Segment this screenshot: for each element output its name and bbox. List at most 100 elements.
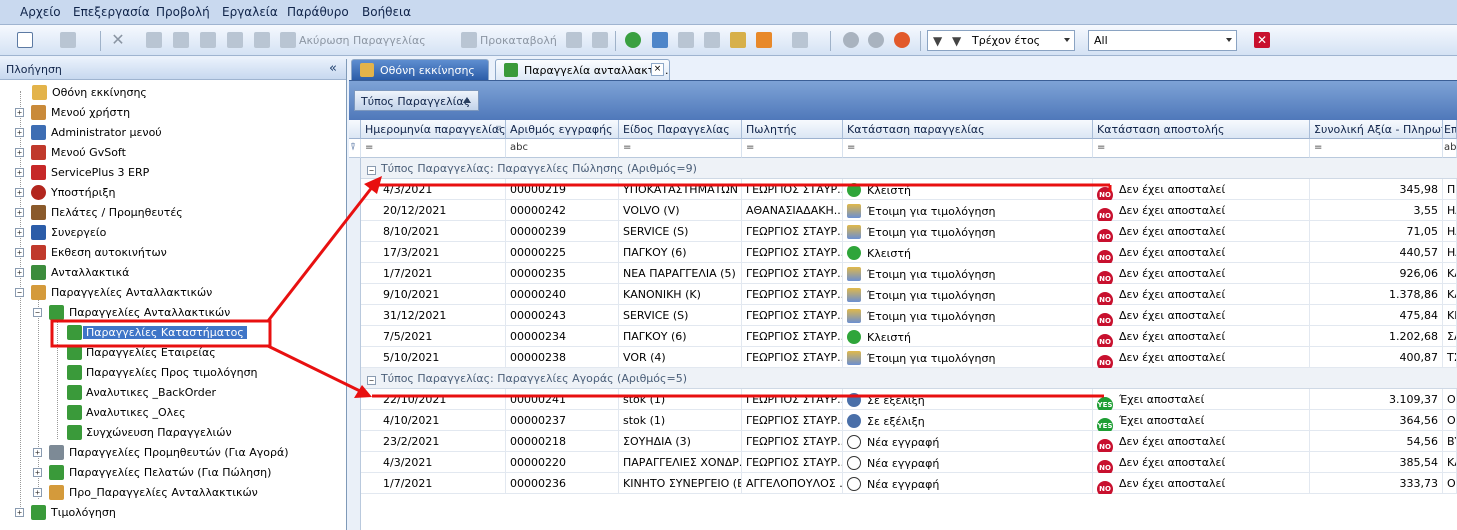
expand-icon[interactable]: + [15, 188, 24, 197]
cell-ship[interactable]: NOΔεν έχει αποσταλεί [1093, 473, 1310, 494]
cell-status[interactable]: Κλειστή [843, 326, 1093, 347]
tab-start-screen[interactable]: Οθόνη εκκίνησης [351, 59, 489, 80]
cell-ep[interactable]: ΤΣ [1443, 347, 1457, 368]
cell-date[interactable]: 22/10/2021 [379, 389, 506, 410]
cell-kind[interactable]: ΚΑΝΟΝΙΚΗ (Κ) [619, 284, 742, 305]
cell-kind[interactable]: VOLVO (V) [619, 200, 742, 221]
expand-icon[interactable]: + [15, 168, 24, 177]
expand-icon[interactable]: + [15, 268, 24, 277]
cell-date[interactable]: 5/10/2021 [379, 347, 506, 368]
expand-icon[interactable]: + [15, 508, 24, 517]
cell-status[interactable]: Νέα εγγραφή [843, 431, 1093, 452]
up-arrow-icon[interactable] [843, 32, 859, 48]
cell-ship[interactable]: NOΔεν έχει αποσταλεί [1093, 431, 1310, 452]
table-row[interactable]: 20/12/202100000242VOLVO (V)ΑΘΑΝΑΣΙΑΔΑΚΗ.… [361, 200, 1457, 221]
cell-no[interactable]: 00000243 [506, 305, 619, 326]
cell-seller[interactable]: ΓΕΩΡΓΙΟΣ ΣΤΑΥΡ... [742, 221, 843, 242]
menu-file[interactable]: Αρχείο [20, 5, 61, 19]
group-by-order-type-button[interactable]: Τύπος Παραγγελίας [354, 90, 479, 111]
cell-status[interactable]: Έτοιμη για τιμολόγηση [843, 305, 1093, 326]
col-total-value[interactable]: Συνολική Αξία - Πληρωτέα [1310, 120, 1443, 139]
delete-x-icon[interactable]: ✕ [110, 32, 126, 48]
cell-kind[interactable]: ΥΠΟΚΑΤΑΣΤΗΜΑΤΩΝ ... [619, 179, 742, 200]
filter-total-value[interactable]: = [1310, 139, 1443, 158]
table-row[interactable]: 23/2/202100000218ΣΟΥΗΔΙΑ (3)ΓΕΩΡΓΙΟΣ ΣΤΑ… [361, 431, 1457, 452]
cell-kind[interactable]: ΚΙΝΗΤΟ ΣΥΝΕΡΓΕΙΟ (Β) [619, 473, 742, 494]
export-icon[interactable] [652, 32, 668, 48]
cell-seller[interactable]: ΑΓΓΕΛΟΠΟΥΛΟΣ ... [742, 473, 843, 494]
table-row[interactable]: 17/3/202100000225ΠΑΓΚΟΥ (6)ΓΕΩΡΓΙΟΣ ΣΤΑΥ… [361, 242, 1457, 263]
cell-seller[interactable]: ΓΕΩΡΓΙΟΣ ΣΤΑΥΡ... [742, 410, 843, 431]
attach-icon[interactable] [704, 32, 720, 48]
new-document-icon[interactable] [17, 32, 33, 48]
cell-total[interactable]: 54,56 [1310, 431, 1443, 452]
cell-kind[interactable]: ΠΑΓΚΟΥ (6) [619, 326, 742, 347]
cell-ship[interactable]: NOΔεν έχει αποσταλεί [1093, 263, 1310, 284]
cell-ep[interactable]: ΟΙ [1443, 410, 1457, 431]
expand-icon[interactable]: + [33, 468, 42, 477]
cell-date[interactable]: 1/7/2021 [379, 473, 506, 494]
tab-parts-order[interactable]: Παραγγελία ανταλλακτι... × [495, 59, 670, 80]
cell-date[interactable]: 17/3/2021 [379, 242, 506, 263]
cell-status[interactable]: Έτοιμη για τιμολόγηση [843, 347, 1093, 368]
table-row[interactable]: 4/3/202100000220ΠΑΡΑΓΓΕΛΙΕΣ ΧΟΝΔΡ...ΓΕΩΡ… [361, 452, 1457, 473]
cell-status[interactable]: Έτοιμη για τιμολόγηση [843, 284, 1093, 305]
cell-kind[interactable]: ΠΑΡΑΓΓΕΛΙΕΣ ΧΟΝΔΡ... [619, 452, 742, 473]
cell-kind[interactable]: ΠΑΓΚΟΥ (6) [619, 242, 742, 263]
cell-ep[interactable]: ΗΛ [1443, 221, 1457, 242]
expand-icon[interactable]: + [15, 128, 24, 137]
filter-ep[interactable]: abc [1443, 139, 1457, 158]
cell-date[interactable]: 1/7/2021 [379, 263, 506, 284]
cell-no[interactable]: 00000219 [506, 179, 619, 200]
cell-total[interactable]: 400,87 [1310, 347, 1443, 368]
calendar-icon[interactable] [730, 32, 746, 48]
cell-kind[interactable]: stok (1) [619, 389, 742, 410]
expand-icon[interactable]: + [15, 148, 24, 157]
col-ep[interactable]: Επ [1443, 120, 1457, 139]
col-order-status[interactable]: Κατάσταση παραγγελίας [843, 120, 1093, 139]
cell-status[interactable]: Κλειστή [843, 242, 1093, 263]
collapse-group-icon[interactable]: − [367, 376, 376, 385]
lock-icon[interactable] [254, 32, 270, 48]
expand-icon[interactable]: + [15, 108, 24, 117]
collapse-icon[interactable]: « [329, 61, 337, 76]
expand-icon[interactable]: + [33, 448, 42, 457]
cell-seller[interactable]: ΓΕΩΡΓΙΟΣ ΣΤΑΥΡ... [742, 326, 843, 347]
cell-status[interactable]: Σε εξέλιξη [843, 389, 1093, 410]
cell-date[interactable]: 31/12/2021 [379, 305, 506, 326]
cell-total[interactable]: 364,56 [1310, 410, 1443, 431]
cell-total[interactable]: 926,06 [1310, 263, 1443, 284]
cell-date[interactable]: 4/10/2021 [379, 410, 506, 431]
cell-total[interactable]: 385,54 [1310, 452, 1443, 473]
cell-ep[interactable]: ΗΛ [1443, 200, 1457, 221]
menu-window[interactable]: Παράθυρο [287, 5, 349, 19]
col-order-kind[interactable]: Είδος Παραγγελίας [619, 120, 742, 139]
down-arrow-icon[interactable] [868, 32, 884, 48]
cell-ship[interactable]: YESΈχει αποσταλεί [1093, 410, 1310, 431]
cell-no[interactable]: 00000241 [506, 389, 619, 410]
prepayment-button[interactable]: Προκαταβολή [480, 34, 557, 47]
cell-seller[interactable]: ΑΘΑΝΑΣΙΑΔΑΚΗ... [742, 200, 843, 221]
filter-seller[interactable]: = [742, 139, 843, 158]
cell-ep[interactable]: ΚΑ [1443, 263, 1457, 284]
cell-total[interactable]: 440,57 [1310, 242, 1443, 263]
cell-ep[interactable]: ΚΑ [1443, 284, 1457, 305]
col-record-number[interactable]: Αριθμός εγγραφής [506, 120, 619, 139]
table-row[interactable]: 22/10/202100000241stok (1)ΓΕΩΡΓΙΟΣ ΣΤΑΥΡ… [361, 389, 1457, 410]
cell-total[interactable]: 475,84 [1310, 305, 1443, 326]
back-icon[interactable] [200, 32, 216, 48]
cell-total[interactable]: 3.109,37 [1310, 389, 1443, 410]
cell-no[interactable]: 00000235 [506, 263, 619, 284]
all-filter-combo[interactable]: All [1088, 30, 1237, 51]
cell-ep[interactable]: ΗΛ [1443, 242, 1457, 263]
table-row[interactable]: 7/5/202100000234ΠΑΓΚΟΥ (6)ΓΕΩΡΓΙΟΣ ΣΤΑΥΡ… [361, 326, 1457, 347]
group-row[interactable]: −Τύπος Παραγγελίας: Παραγγελίες Πώλησης … [361, 158, 1457, 179]
cell-no[interactable]: 00000234 [506, 326, 619, 347]
cell-status[interactable]: Έτοιμη για τιμολόγηση [843, 221, 1093, 242]
col-order-date[interactable]: Ημερομηνία παραγγελίας▿ [361, 120, 506, 139]
cell-ep[interactable]: ΚΕ [1443, 305, 1457, 326]
table-row[interactable]: 9/10/202100000240ΚΑΝΟΝΙΚΗ (Κ)ΓΕΩΡΓΙΟΣ ΣΤ… [361, 284, 1457, 305]
cell-seller[interactable]: ΓΕΩΡΓΙΟΣ ΣΤΑΥΡ... [742, 179, 843, 200]
help-lifebuoy-icon[interactable] [894, 32, 910, 48]
edit-icon[interactable] [146, 32, 162, 48]
